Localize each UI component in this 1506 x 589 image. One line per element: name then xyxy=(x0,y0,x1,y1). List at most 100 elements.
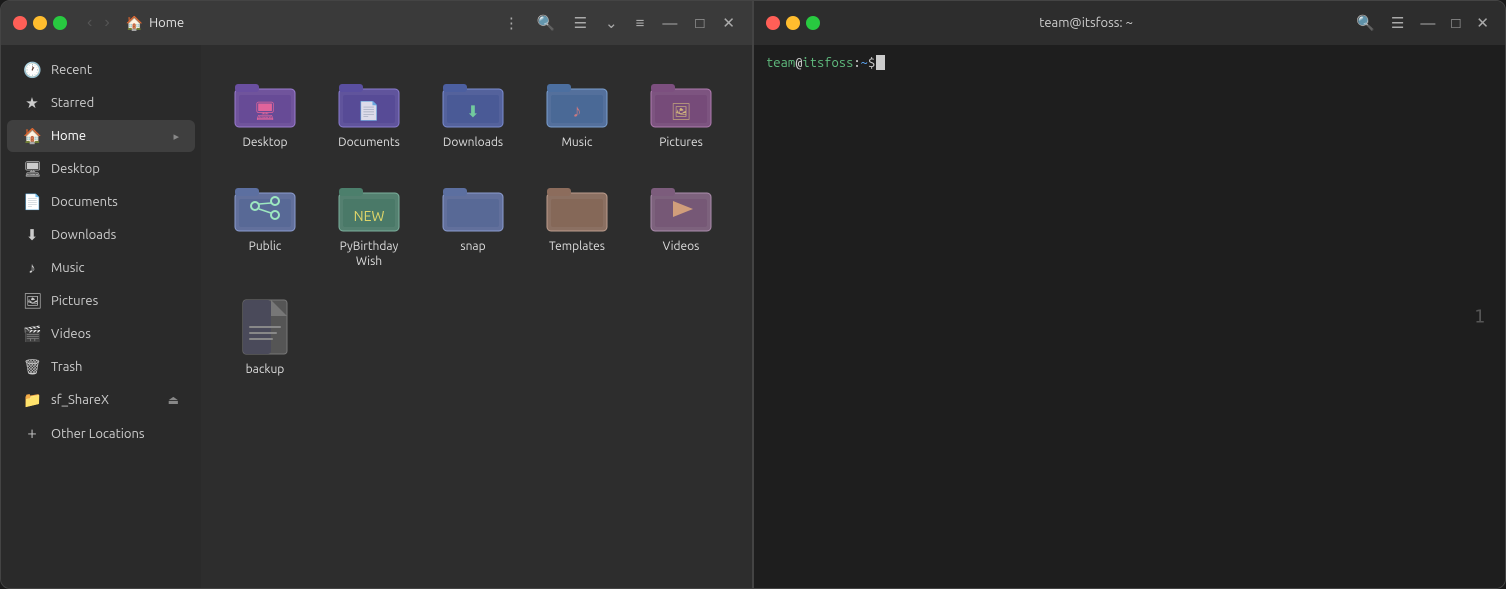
sidebar-label-recent: Recent xyxy=(51,63,179,77)
pictures-sidebar-icon: 🖼 xyxy=(23,292,41,310)
sidebar-item-videos[interactable]: 🎬 Videos xyxy=(7,318,195,350)
fm-maximize-button[interactable]: □ xyxy=(690,13,709,34)
folder-icon-snap xyxy=(441,179,505,233)
back-button[interactable]: ‹ xyxy=(83,12,96,34)
list-item[interactable]: ♪ Music xyxy=(529,65,625,161)
sidebar-label-starred: Starred xyxy=(51,96,179,110)
prompt-colon: : xyxy=(853,56,860,70)
terminal-close-button[interactable] xyxy=(766,16,780,30)
sidebar-label-music: Music xyxy=(51,261,179,275)
terminal-controls: 🔍 ☰ — □ ✕ xyxy=(1352,12,1493,34)
terminal-menu-button[interactable]: ☰ xyxy=(1387,12,1408,34)
sidebar-item-documents[interactable]: 📄 Documents xyxy=(7,186,195,218)
file-label: Music xyxy=(562,135,593,151)
list-item[interactable]: NEW PyBirthday Wish xyxy=(321,169,417,280)
sidebar-item-pictures[interactable]: 🖼 Pictures xyxy=(7,285,195,317)
other-locations-icon: + xyxy=(23,424,41,443)
folder-icon-pictures: 🖼 xyxy=(649,75,713,129)
file-label: snap xyxy=(460,239,485,255)
sidebar-label-sf-sharex: sf_ShareX xyxy=(51,393,158,407)
close-button[interactable] xyxy=(13,16,27,30)
terminal-search-button[interactable]: 🔍 xyxy=(1352,12,1379,34)
sidebar: 🕐 Recent ★ Starred 🏠 Home ▸ 🖥 Desktop 📄 … xyxy=(1,45,201,588)
sidebar-item-desktop[interactable]: 🖥 Desktop xyxy=(7,153,195,185)
titlebar-actions: ⋮ 🔍 ☰ ⌄ ≡ — □ ✕ xyxy=(499,12,740,34)
music-sidebar-icon: ♪ xyxy=(23,259,41,277)
view-list-button[interactable]: ☰ xyxy=(569,12,592,34)
sidebar-item-trash[interactable]: 🗑 Trash xyxy=(7,351,195,383)
prompt-dollar: $ xyxy=(868,56,875,70)
sidebar-label-other-locations: Other Locations xyxy=(51,427,179,441)
sidebar-item-music[interactable]: ♪ Music xyxy=(7,252,195,284)
file-label: backup xyxy=(246,362,285,378)
folder-icon-desktop: 🖥 xyxy=(233,75,297,129)
file-label: Documents xyxy=(338,135,400,151)
sidebar-item-sf-sharex[interactable]: 📁 sf_ShareX ⏏ xyxy=(7,384,195,416)
file-grid-area: 🖥 Desktop 📄 xyxy=(201,45,752,588)
view-other-button[interactable]: ≡ xyxy=(631,13,650,34)
prompt-tilde: ~ xyxy=(861,56,868,70)
file-label: Pictures xyxy=(659,135,703,151)
list-item[interactable]: backup xyxy=(217,288,313,388)
list-item[interactable]: snap xyxy=(425,169,521,280)
desktop-sidebar-icon: 🖥 xyxy=(23,160,41,178)
view-dropdown-button[interactable]: ⌄ xyxy=(600,12,623,34)
folder-icon-pybirthday: NEW xyxy=(337,179,401,233)
list-item[interactable]: 🖥 Desktop xyxy=(217,65,313,161)
sidebar-label-home: Home xyxy=(51,129,163,143)
svg-text:♪: ♪ xyxy=(573,101,582,121)
sidebar-item-other-locations[interactable]: + Other Locations xyxy=(7,417,195,450)
sidebar-item-starred[interactable]: ★ Starred xyxy=(7,87,195,119)
list-item[interactable]: 📄 Documents xyxy=(321,65,417,161)
sidebar-label-desktop: Desktop xyxy=(51,162,179,176)
line-number: 1 xyxy=(1474,306,1485,327)
file-label: Videos xyxy=(663,239,700,255)
terminal-tb-maximize-button[interactable]: □ xyxy=(1447,13,1464,34)
sidebar-item-recent[interactable]: 🕐 Recent xyxy=(7,54,195,86)
videos-sidebar-icon: 🎬 xyxy=(23,325,41,343)
forward-button[interactable]: › xyxy=(100,12,113,34)
sidebar-label-pictures: Pictures xyxy=(51,294,179,308)
current-location: 🏠 Home xyxy=(126,15,185,32)
nav-buttons: ‹ › xyxy=(83,12,114,34)
list-item[interactable]: ⬇ Downloads xyxy=(425,65,521,161)
eject-icon[interactable]: ⏏ xyxy=(168,393,179,407)
search-button[interactable]: 🔍 xyxy=(532,12,561,34)
window-controls xyxy=(13,16,67,30)
menu-button[interactable]: ⋮ xyxy=(499,12,524,34)
file-manager-body: 🕐 Recent ★ Starred 🏠 Home ▸ 🖥 Desktop 📄 … xyxy=(1,45,752,588)
sf-sharex-icon: 📁 xyxy=(23,391,41,409)
terminal-maximize-button[interactable] xyxy=(806,16,820,30)
folder-icon-public xyxy=(233,179,297,233)
file-label: Downloads xyxy=(443,135,503,151)
terminal-tb-close-button[interactable]: ✕ xyxy=(1472,12,1493,34)
starred-icon: ★ xyxy=(23,94,41,112)
svg-text:⬇: ⬇ xyxy=(466,103,479,121)
list-item[interactable]: Templates xyxy=(529,169,625,280)
documents-sidebar-icon: 📄 xyxy=(23,193,41,211)
trash-sidebar-icon: 🗑 xyxy=(23,358,41,376)
terminal-tb-minimize-button[interactable]: — xyxy=(1416,13,1439,34)
list-item[interactable]: Public xyxy=(217,169,313,280)
file-manager-titlebar: ‹ › 🏠 Home ⋮ 🔍 ☰ ⌄ ≡ — □ ✕ xyxy=(1,1,752,45)
minimize-button[interactable] xyxy=(33,16,47,30)
list-item[interactable]: 🖼 Pictures xyxy=(633,65,729,161)
list-item[interactable]: Videos xyxy=(633,169,729,280)
file-icon-backup xyxy=(241,298,289,356)
fm-close-button[interactable]: ✕ xyxy=(717,12,740,34)
sidebar-label-videos: Videos xyxy=(51,327,179,341)
terminal-body[interactable]: team @ itsfoss : ~ $ 1 xyxy=(754,45,1505,588)
svg-text:NEW: NEW xyxy=(354,208,385,224)
folder-icon-music: ♪ xyxy=(545,75,609,129)
maximize-button[interactable] xyxy=(53,16,67,30)
home-icon: 🏠 xyxy=(126,15,143,32)
sidebar-item-home[interactable]: 🏠 Home ▸ xyxy=(7,120,195,152)
cursor-block xyxy=(876,55,885,70)
downloads-sidebar-icon: ⬇ xyxy=(23,226,41,244)
sidebar-item-downloads[interactable]: ⬇ Downloads xyxy=(7,219,195,251)
file-label: Public xyxy=(249,239,282,255)
folder-icon-videos xyxy=(649,179,713,233)
terminal-minimize-button[interactable] xyxy=(786,16,800,30)
fm-minimize-button[interactable]: — xyxy=(657,13,682,34)
folder-icon-downloads: ⬇ xyxy=(441,75,505,129)
